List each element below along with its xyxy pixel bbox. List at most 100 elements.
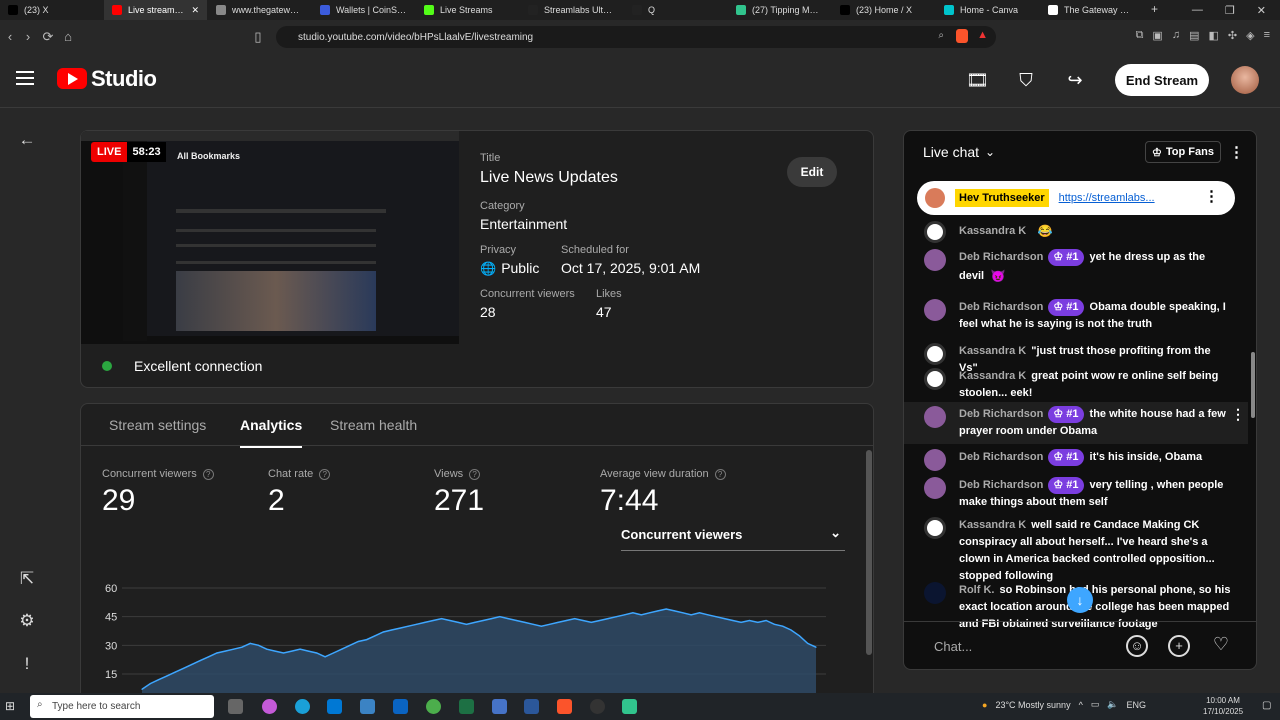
weather-text[interactable]: 23°C Mostly sunny xyxy=(995,700,1070,710)
chat-author[interactable]: Deb Richardson xyxy=(959,479,1043,491)
end-stream-button[interactable]: End Stream xyxy=(1115,64,1209,96)
avatar[interactable] xyxy=(924,299,946,321)
clapperboard-icon[interactable]: 🎞 xyxy=(966,70,989,90)
network-icon[interactable]: ▭ xyxy=(1091,699,1100,710)
taskbar-search[interactable]: ⌕ Type here to search xyxy=(30,695,214,718)
account-avatar[interactable] xyxy=(1231,66,1259,94)
vpn-icon[interactable]: ◈ xyxy=(1246,29,1254,42)
windows-start-icon[interactable]: ⊞ xyxy=(5,699,15,713)
hamburger-menu-icon[interactable] xyxy=(16,71,34,85)
tray-chevron-icon[interactable]: ^ xyxy=(1079,700,1083,710)
chat-author[interactable]: Deb Richardson xyxy=(959,451,1043,463)
browser-tab[interactable]: Home - Canva xyxy=(936,0,1039,20)
word-icon[interactable] xyxy=(524,699,539,714)
outlook-icon[interactable] xyxy=(393,699,408,714)
brave-rewards-icon[interactable]: ▲ xyxy=(977,29,988,41)
extension-icon[interactable]: ⧉ xyxy=(1136,29,1144,42)
chat-more-icon[interactable]: ⋮ xyxy=(1229,143,1244,161)
tab-stream-health[interactable]: Stream health xyxy=(330,417,417,433)
avatar[interactable] xyxy=(924,406,946,428)
help-icon[interactable]: ? xyxy=(469,468,481,480)
avatar[interactable] xyxy=(924,221,946,243)
chrome-icon[interactable] xyxy=(426,699,441,714)
chat-author[interactable]: Deb Richardson xyxy=(959,408,1043,420)
app-icon[interactable] xyxy=(492,699,507,714)
task-view-icon[interactable] xyxy=(228,699,243,714)
store-icon[interactable] xyxy=(327,699,342,714)
browser-tab[interactable]: (23) X xyxy=(0,0,103,20)
restore-icon[interactable]: ❐ xyxy=(1225,4,1235,17)
emoji-icon[interactable]: ☺ xyxy=(1126,635,1148,657)
browser-tab[interactable]: Q xyxy=(624,0,727,20)
chat-author[interactable]: Kassandra K xyxy=(959,370,1026,382)
bookmark-page-icon[interactable]: ▯ xyxy=(248,29,268,45)
puzzle-icon[interactable]: ✣ xyxy=(1228,29,1237,42)
volume-icon[interactable]: 🔈 xyxy=(1107,699,1118,710)
new-tab-button[interactable]: + xyxy=(1143,2,1166,16)
chat-input[interactable]: Chat... xyxy=(934,639,972,654)
message-more-icon[interactable]: ⋮ xyxy=(1231,406,1245,423)
excel-icon[interactable] xyxy=(459,699,474,714)
pinned-message[interactable]: Hev Truthseeker https://streamlabs... ⋮ xyxy=(917,181,1235,215)
scroll-down-icon[interactable]: ↓ xyxy=(1067,587,1093,613)
home-icon[interactable]: ⌂ xyxy=(58,29,78,44)
chat-author[interactable]: Deb Richardson xyxy=(959,301,1043,313)
tab-analytics[interactable]: Analytics xyxy=(240,417,303,448)
chat-author[interactable]: Kassandra K xyxy=(959,345,1026,357)
avatar[interactable] xyxy=(924,449,946,471)
close-tab-icon[interactable]: ✕ xyxy=(191,5,199,16)
wallet-icon[interactable]: ◧ xyxy=(1208,29,1218,42)
brave-shield-icon[interactable] xyxy=(956,29,968,43)
settings-gear-icon[interactable]: ⚙ xyxy=(16,610,38,632)
chat-scrollbar[interactable] xyxy=(1251,352,1255,418)
share-icon[interactable]: ↪ xyxy=(1065,70,1085,90)
stream-preview[interactable] xyxy=(81,131,459,344)
forward-icon[interactable]: › xyxy=(18,29,38,44)
avatar[interactable] xyxy=(924,249,946,271)
browser-tab[interactable]: The Gateway Pundit xyxy=(1040,0,1143,20)
popout-icon[interactable]: ⇱ xyxy=(16,568,38,590)
obs-icon[interactable] xyxy=(590,699,605,714)
files-icon[interactable] xyxy=(360,699,375,714)
chat-message[interactable]: Deb Richardson ♔ #1 the white house had a … xyxy=(904,402,1248,444)
back-icon[interactable]: ‹ xyxy=(0,29,20,44)
chat-title[interactable]: Live chat xyxy=(923,144,979,160)
edit-button[interactable]: Edit xyxy=(787,157,837,187)
help-icon[interactable]: ? xyxy=(202,468,214,480)
brave-icon[interactable] xyxy=(557,699,572,714)
copilot-icon[interactable] xyxy=(262,699,277,714)
browser-tab[interactable]: Live streaming ✕ xyxy=(104,0,207,20)
avatar[interactable] xyxy=(924,368,946,390)
chat-author[interactable]: Deb Richardson xyxy=(959,251,1043,263)
help-icon[interactable]: ? xyxy=(319,468,331,480)
pinned-link[interactable]: https://streamlabs... xyxy=(1059,192,1155,204)
media-icon[interactable]: ♫ xyxy=(1172,29,1180,42)
help-icon[interactable]: ? xyxy=(714,468,726,480)
tab-stream-settings[interactable]: Stream settings xyxy=(109,417,206,433)
reload-icon[interactable]: ⟳ xyxy=(38,29,58,45)
chat-author[interactable]: Kassandra K xyxy=(959,225,1026,237)
browser-tab[interactable]: Streamlabs Ultra | V xyxy=(520,0,623,20)
notifications-icon[interactable]: ▢ xyxy=(1262,700,1271,711)
metric-select[interactable]: Concurrent viewers ⌄ xyxy=(621,525,845,551)
top-fans-button[interactable]: ♔ Top Fans xyxy=(1145,141,1221,163)
youtube-logo-icon[interactable] xyxy=(57,68,87,89)
screenshot-icon[interactable]: ▣ xyxy=(1152,29,1162,42)
analytics-scrollbar[interactable] xyxy=(866,450,872,655)
avatar[interactable] xyxy=(924,517,946,539)
browser-tab[interactable]: (23) Home / X xyxy=(832,0,935,20)
heart-icon[interactable]: ♡ xyxy=(1210,635,1232,657)
menu-icon[interactable]: ≡ xyxy=(1264,29,1270,42)
pinned-more-icon[interactable]: ⋮ xyxy=(1204,187,1219,205)
url-field[interactable]: studio.youtube.com/video/bHPsLlaalvE/liv… xyxy=(276,26,996,48)
close-window-icon[interactable]: ✕ xyxy=(1257,4,1266,17)
bookmark-icon[interactable]: ⛉ xyxy=(1016,70,1036,90)
browser-tab[interactable]: Live Streams xyxy=(416,0,519,20)
language-indicator[interactable]: ENG xyxy=(1127,700,1147,710)
chat-author[interactable]: Rolf K. xyxy=(959,584,994,596)
browser-tab[interactable]: www.thegatewaypu xyxy=(208,0,311,20)
edge-icon[interactable] xyxy=(295,699,310,714)
minimize-icon[interactable]: — xyxy=(1192,4,1203,17)
taskbar-clock[interactable]: 10:00 AM 17/10/2025 xyxy=(1203,695,1243,717)
feedback-icon[interactable]: ! xyxy=(16,653,38,675)
